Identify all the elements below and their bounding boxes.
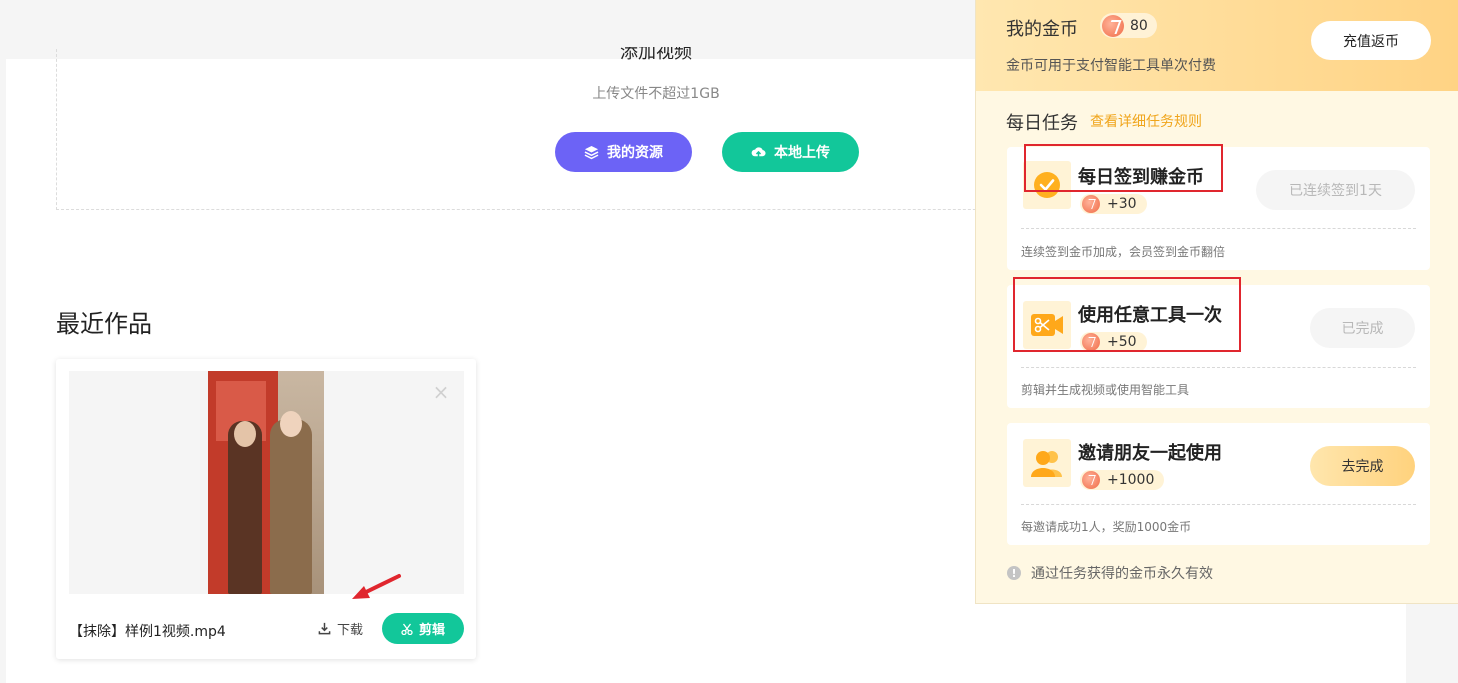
task-description: 每邀请成功1人，奖励1000金币 xyxy=(1021,520,1192,534)
edit-button[interactable]: 剪辑 xyxy=(382,613,464,644)
coin-subtitle: 金币可用于支付智能工具单次付费 xyxy=(1006,58,1216,74)
task-card-invite: 邀请朋友一起使用 +1000 去完成 每邀请成功1人，奖励1000金币 xyxy=(1007,423,1430,545)
task-reward: +30 xyxy=(1080,194,1147,214)
task-description: 连续签到金币加成，会员签到金币翻倍 xyxy=(1021,245,1226,259)
task-rules-link[interactable]: 查看详细任务规则 xyxy=(1090,111,1202,131)
use-tool-status-button[interactable]: 已完成 xyxy=(1310,308,1415,348)
video-preview-image xyxy=(208,371,324,594)
invite-go-button[interactable]: 去完成 xyxy=(1310,446,1415,486)
work-card: × 【抹除】样例1视频.mp4 下载 剪辑 xyxy=(56,359,476,659)
coin-header: 我的金币 80 金币可用于支付智能工具单次付费 充值返币 xyxy=(976,0,1458,91)
my-resources-button[interactable]: 我的资源 xyxy=(555,132,692,172)
coin-balance-badge: 80 xyxy=(1100,13,1157,38)
task-reward: +1000 xyxy=(1080,470,1165,490)
coin-icon xyxy=(1082,195,1100,213)
coin-icon xyxy=(1102,14,1124,37)
info-icon: ! xyxy=(1007,566,1021,580)
recharge-button[interactable]: 充值返币 xyxy=(1311,21,1431,60)
red-arrow-annotation xyxy=(352,574,401,599)
coin-validity-note: ! 通过任务获得的金币永久有效 xyxy=(1007,563,1213,583)
scissors-icon xyxy=(401,623,413,635)
download-button[interactable]: 下载 xyxy=(318,619,363,638)
coin-icon xyxy=(1082,471,1100,489)
my-coins-title: 我的金币 xyxy=(1006,19,1078,40)
local-upload-button[interactable]: 本地上传 xyxy=(722,132,859,172)
work-file-name: 【抹除】样例1视频.mp4 xyxy=(69,624,226,640)
task-name: 邀请朋友一起使用 xyxy=(1078,443,1222,464)
download-icon xyxy=(318,622,331,635)
cloud-upload-icon xyxy=(751,146,766,157)
upload-dropzone[interactable] xyxy=(56,49,1036,210)
recent-works-title: 最近作品 xyxy=(56,310,152,338)
layers-icon xyxy=(584,145,599,159)
checkin-status-button[interactable]: 已连续签到1天 xyxy=(1256,170,1415,210)
task-description: 剪辑并生成视频或使用智能工具 xyxy=(1021,383,1190,397)
highlight-box-use-tool xyxy=(1013,277,1241,352)
daily-tasks-title: 每日任务 xyxy=(1006,113,1078,134)
friends-icon xyxy=(1023,439,1071,487)
highlight-box-checkin xyxy=(1024,144,1223,192)
close-icon[interactable]: × xyxy=(432,382,450,402)
work-thumbnail[interactable]: × xyxy=(69,371,464,594)
